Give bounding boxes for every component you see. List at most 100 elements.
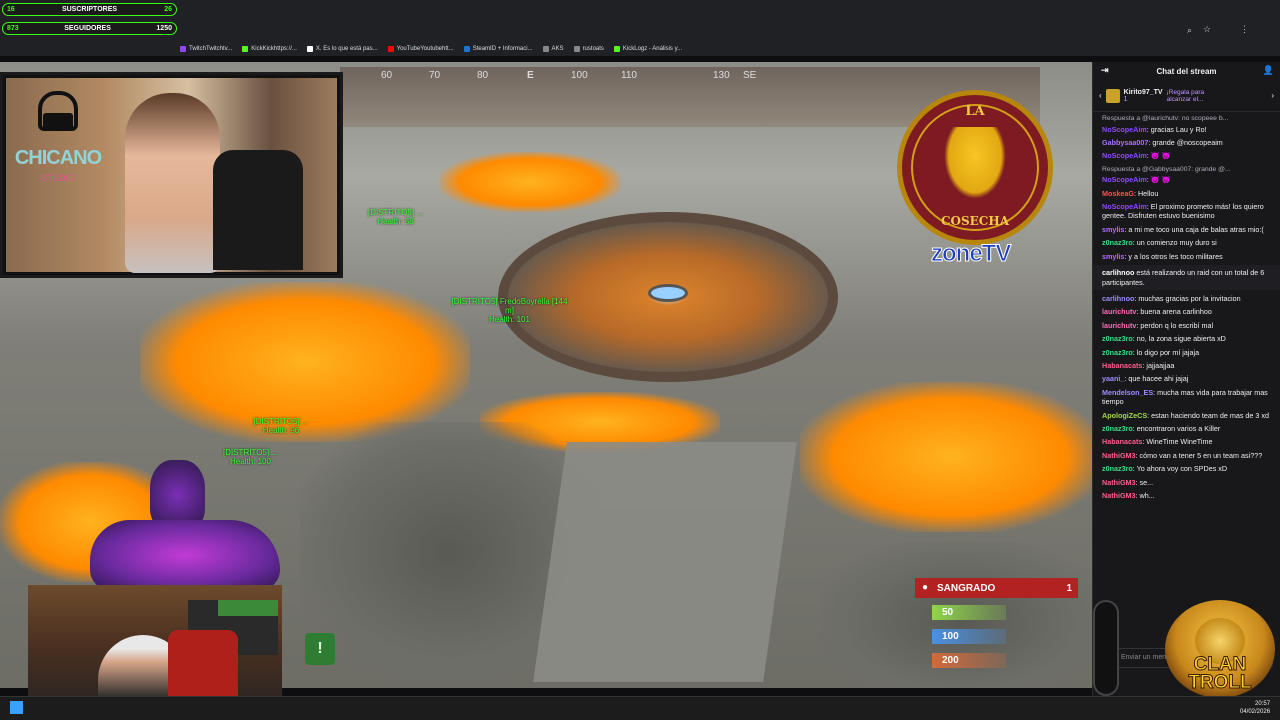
chat-username[interactable]: NathiGM3 xyxy=(1102,451,1136,460)
compass-tick: 110 xyxy=(621,70,637,81)
chat-username[interactable]: Habanacats xyxy=(1102,361,1142,370)
bookmark-item[interactable]: SteamID + Informaci... xyxy=(463,46,533,52)
bleed-value: 1 xyxy=(1066,582,1072,594)
chat-message: z0naz3ro: no, la zona sigue abierta xD xyxy=(1102,334,1226,344)
chat-username[interactable]: Mendelson_ES xyxy=(1102,388,1153,397)
star-icon[interactable]: ☆ xyxy=(1203,24,1211,35)
youtube-icon xyxy=(387,46,394,52)
lava-pool xyxy=(800,382,1092,532)
chat-username[interactable]: NoScopeAim xyxy=(1102,125,1147,134)
chat-message: Mendelson_ES: mucha mas vida para trabaj… xyxy=(1102,387,1268,407)
chat-message: carlihnoo: muchas gracias por la invitac… xyxy=(1102,294,1241,304)
raid-notice: carlihnoo está realizando un raid con un… xyxy=(1093,265,1280,291)
chevron-right-icon[interactable]: › xyxy=(1271,91,1274,100)
kick-icon xyxy=(613,46,620,52)
counter-left: 873 xyxy=(7,25,19,32)
bookmark-item[interactable]: TwitchTwitchtv... xyxy=(180,46,232,52)
pinned-user: Kirito97_TV xyxy=(1123,88,1163,96)
dog-mascot xyxy=(70,460,280,600)
collapse-chat-icon[interactable]: ⇥ xyxy=(1101,65,1109,76)
stream-chat-panel: ⇥ Chat del stream 👤 ‹ Kirito97_TV 1 ¡Reg… xyxy=(1092,62,1280,696)
chat-username[interactable]: NoScopeAim xyxy=(1102,151,1147,160)
users-icon[interactable]: 👤 xyxy=(1263,65,1274,76)
bleed-label: SANGRADO xyxy=(937,582,996,594)
chat-text: 😈 😈 xyxy=(1150,175,1171,185)
shield-icon: ! xyxy=(305,633,335,665)
streamer-person xyxy=(125,93,220,273)
lava-pool xyxy=(440,152,620,212)
address-bar[interactable]: 873 SEGUIDORES 1250 ⌕ ☆ ⋮ xyxy=(0,20,1280,42)
kick-icon xyxy=(242,46,249,52)
streamer-webcam: CHICANO STUDIO xyxy=(0,72,343,278)
chat-text: buena arena carlinhoo xyxy=(1140,307,1212,317)
chat-message: smylis: a mi me toco una caja de balas a… xyxy=(1102,224,1264,234)
flag xyxy=(218,600,278,616)
counter-left: 16 xyxy=(7,6,15,13)
chat-username[interactable]: smylis xyxy=(1102,252,1124,261)
chat-message: z0naz3ro: un comienzo muy duro si xyxy=(1102,238,1217,248)
wheel-center xyxy=(648,284,688,302)
chat-username[interactable]: smylis xyxy=(1102,225,1124,234)
steam-icon xyxy=(463,46,470,52)
studio-logo: CHICANO STUDIO xyxy=(13,85,103,265)
clan-troll-logo: CLAN TROLL xyxy=(1165,600,1275,698)
chat-message: laurichutv: buena arena carlinhoo xyxy=(1102,307,1212,317)
chat-username[interactable]: Habanacats xyxy=(1102,437,1142,446)
chat-text: grande @noscopeaim xyxy=(1152,137,1223,147)
chat-message: Respuesta a @laurichutv: no scopeee b...… xyxy=(1102,114,1274,134)
chat-username[interactable]: yaani_ xyxy=(1102,374,1124,383)
chat-username[interactable]: carlihnoo xyxy=(1102,294,1134,303)
chat-text: no, la zona sigue abierta xD xyxy=(1136,334,1226,344)
chat-username[interactable]: z0naz3ro xyxy=(1102,464,1133,473)
chat-username[interactable]: z0naz3ro xyxy=(1102,334,1133,343)
pinned-gift-banner[interactable]: ‹ Kirito97_TV 1 ¡Regala para alcanzar el… xyxy=(1093,80,1280,112)
bookmark-item[interactable]: YouTubeYoutubehtt... xyxy=(387,46,454,52)
chat-message-list: Respuesta a @laurichutv: no scopeee b...… xyxy=(1093,112,1280,500)
compass-tick: 130 xyxy=(713,70,730,81)
chat-username[interactable]: laurichutv xyxy=(1102,321,1136,330)
chat-username[interactable]: Gabbysaa007 xyxy=(1102,138,1148,147)
chat-username[interactable]: NoScopeAim xyxy=(1102,202,1147,211)
chat-message: NoScopeAim: El proximo prometo más! los … xyxy=(1102,201,1264,221)
folder-icon xyxy=(542,46,549,52)
chat-username[interactable]: laurichutv xyxy=(1102,307,1136,316)
reply-context: Respuesta a @Gabbysaa007: grande @... xyxy=(1102,165,1231,173)
chat-username[interactable]: z0naz3ro xyxy=(1102,238,1133,247)
chat-username[interactable]: MoskeaG xyxy=(1102,189,1134,198)
bookmarks-bar: TwitchTwitchtv... KickKickhttps://... X.… xyxy=(0,42,1280,56)
chat-username[interactable]: carlihnoo xyxy=(1102,268,1134,277)
chat-username[interactable]: NathiGM3 xyxy=(1102,478,1136,487)
chevron-left-icon[interactable]: ‹ xyxy=(1099,91,1102,100)
extensions-icon[interactable]: ⋮ xyxy=(1240,24,1249,35)
logo-bottom-text: COSECHA xyxy=(940,214,1009,228)
bookmark-item[interactable]: rustoats xyxy=(573,46,604,52)
chat-message: NathiGM3: cómo van a tener 5 en un team … xyxy=(1102,450,1263,460)
bleeding-status: ● SANGRADO 1 xyxy=(915,578,1078,598)
bookmark-item[interactable]: KickLogz - Análisis y... xyxy=(613,46,682,52)
la-cosecha-logo: LA COSECHA xyxy=(897,90,1053,245)
compass-bar: 60 70 80 E 100 110 130 SE xyxy=(345,62,765,82)
compass-tick: E xyxy=(527,70,534,81)
clock[interactable]: 20:57 04/02/2026 xyxy=(1240,700,1270,716)
chat-username[interactable]: NathiGM3 xyxy=(1102,491,1136,500)
chat-username[interactable]: z0naz3ro xyxy=(1102,424,1133,433)
chat-message: yaani_: que hacee ahi jajaj xyxy=(1102,374,1189,384)
chat-text: a mi me toco una caja de balas atras mio… xyxy=(1128,224,1264,234)
chat-text: cómo van a tener 5 en un team asi??? xyxy=(1139,450,1263,460)
player-nametag: [DISTRITO5] ... Health: 96 xyxy=(253,417,309,435)
counter-right: 1250 xyxy=(156,25,172,32)
gaming-chair xyxy=(213,150,303,270)
bookmark-item[interactable]: KickKickhttps://... xyxy=(242,46,297,52)
counter-label: SEGUIDORES xyxy=(64,25,111,32)
zonetv-logo: zoneTV xyxy=(930,240,1011,268)
chat-message: ApologiZeCS: estan haciendo team de mas … xyxy=(1102,410,1269,420)
windows-start-icon[interactable] xyxy=(10,701,23,714)
bookmark-item[interactable]: X. Es lo que está pas... xyxy=(306,46,378,52)
chat-username[interactable]: z0naz3ro xyxy=(1102,348,1133,357)
chat-username[interactable]: NoScopeAim xyxy=(1102,175,1147,184)
zoom-icon[interactable]: ⌕ xyxy=(1187,25,1192,36)
browser-tab-bar xyxy=(0,0,1280,20)
clock-time: 20:57 xyxy=(1255,701,1271,707)
chat-username[interactable]: ApologiZeCS xyxy=(1102,411,1147,420)
bookmark-item[interactable]: AKS xyxy=(542,46,564,52)
